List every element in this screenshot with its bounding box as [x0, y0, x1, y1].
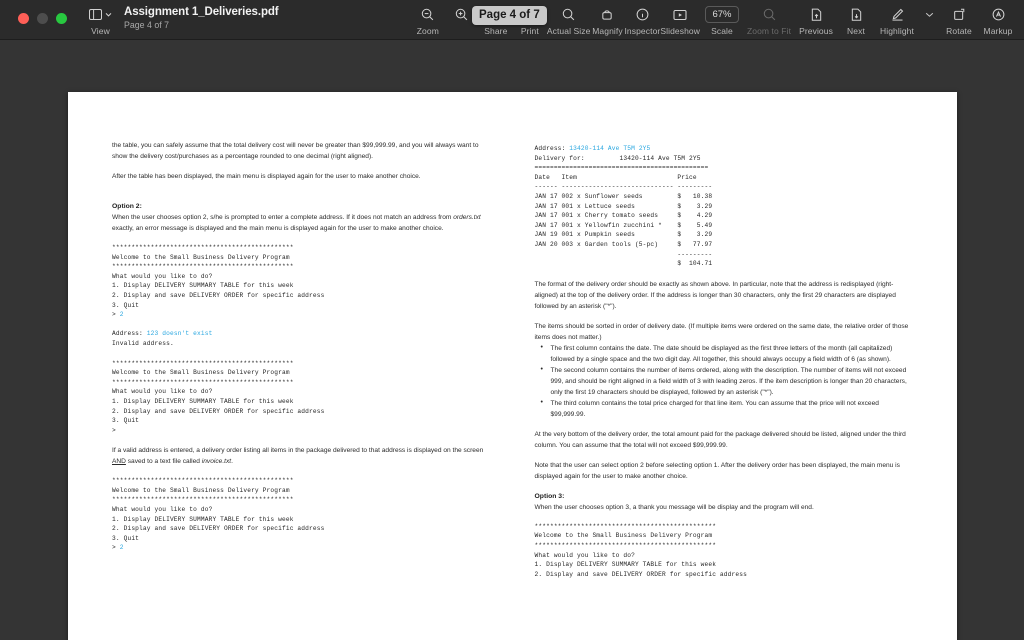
console-3-pre: ****************************************…	[112, 477, 325, 552]
window-toolbar: View Assignment 1_Deliveries.pdf Page 4 …	[0, 0, 1024, 40]
maximize-window-button[interactable]	[56, 13, 67, 24]
view-sidebar-button[interactable]: View	[67, 0, 112, 36]
rotate-button[interactable]: Rotate	[938, 0, 980, 36]
paragraph: The format of the delivery order should …	[534, 280, 896, 310]
scale-control[interactable]: 67% Scale	[700, 0, 744, 36]
format-bullet-list: The first column contains the date. The …	[535, 342, 916, 420]
console-1-post: Invalid address.	[112, 339, 174, 347]
magnify-label: Magnify	[592, 26, 623, 36]
previous-label: Previous	[799, 26, 833, 36]
invoice-addr-label: Address:	[534, 145, 570, 152]
console-1-addr-input: 123 doesn't exist	[146, 330, 213, 338]
inspector-button[interactable]: Inspector	[624, 0, 660, 36]
print-label: Print	[520, 26, 539, 36]
option3-heading: Option 3:	[534, 492, 565, 500]
para3-b: saved to a text file called	[125, 458, 202, 466]
pdf-page: the table, you can safely assume that th…	[68, 92, 957, 640]
console-1-pre: ****************************************…	[112, 244, 325, 319]
right-column: Address: 13420-114 Ave T5M 2Y5 Delivery …	[535, 140, 916, 640]
inspector-label: Inspector	[624, 26, 661, 36]
window-controls	[0, 0, 67, 24]
markup-button[interactable]: Markup	[980, 0, 1024, 36]
actual-size-button[interactable]: Actual Size	[547, 0, 591, 36]
rotate-label: Rotate	[946, 26, 972, 36]
sidebar-icon	[89, 7, 112, 22]
actual-size-label: Actual Size	[546, 26, 591, 36]
para3-and: AND	[112, 458, 126, 466]
page-tooltip: Page 4 of 7	[472, 6, 547, 25]
zoom-out-icon	[421, 7, 434, 22]
para3-c: .	[231, 458, 233, 466]
minimize-window-button[interactable]	[37, 13, 48, 24]
highlight-label: Highlight	[880, 26, 914, 36]
slideshow-button[interactable]: Slideshow	[660, 0, 700, 36]
paragraph: After the table has been displayed, the …	[112, 173, 421, 180]
paragraph: If a valid address is entered, a deliver…	[112, 445, 493, 467]
page-title: Assignment 1_Deliveries.pdf	[124, 6, 279, 18]
invoice-body: Delivery for: 13420-114 Ave T5M 2Y5 ====…	[534, 154, 713, 268]
left-column: the table, you can safely assume that th…	[112, 140, 493, 640]
list-item: The second column contains the number of…	[535, 364, 916, 398]
invoice-file-name: invoice.txt	[201, 458, 232, 466]
zoom-out-button[interactable]: Zoom	[411, 0, 445, 36]
console-1-addr-label: Address:	[112, 330, 147, 338]
inspector-icon	[636, 7, 649, 22]
actual-size-icon	[562, 7, 575, 22]
next-page-icon	[851, 7, 862, 22]
page-columns: the table, you can safely assume that th…	[68, 92, 957, 640]
markup-label: Markup	[983, 26, 1013, 36]
rotate-icon	[953, 7, 966, 22]
paragraph: Note that the user can select option 2 b…	[534, 461, 900, 480]
magnify-icon	[601, 7, 613, 22]
page-indicator: Page 4 of 7	[124, 20, 169, 30]
highlight-options-button[interactable]	[920, 0, 938, 26]
list-item: The third column contains the total pric…	[535, 397, 916, 420]
list-item: The first column contains the date. The …	[535, 342, 916, 365]
zoom-to-fit-button[interactable]: Zoom to Fit	[744, 0, 794, 36]
next-label: Next	[847, 26, 865, 36]
previous-page-button[interactable]: Previous	[794, 0, 838, 36]
chevron-down-icon	[925, 7, 934, 22]
highlight-icon	[891, 7, 904, 22]
scale-label: Scale	[711, 26, 733, 36]
zoom-in-icon	[455, 7, 468, 22]
option3-paragraph: When the user chooses option 3, a thank …	[534, 503, 814, 511]
option2-text-a: When the user chooses option 2, s/he is …	[112, 214, 454, 221]
slideshow-icon	[673, 7, 687, 22]
orders-file-name: orders.txt	[453, 214, 481, 221]
para3-a: If a valid address is entered, a deliver…	[112, 447, 484, 455]
paragraph: the table, you can safely assume that th…	[112, 142, 479, 160]
delivery-order-output: Address: 13420-114 Ave T5M 2Y5 Delivery …	[535, 144, 916, 269]
slideshow-label: Slideshow	[660, 26, 700, 36]
document-canvas[interactable]: the table, you can safely assume that th…	[0, 40, 1024, 640]
zoom-to-fit-label: Zoom to Fit	[746, 26, 792, 36]
option2-paragraph: When the user chooses option 2, s/he is …	[112, 212, 493, 234]
option2-heading: Option 2:	[112, 203, 142, 210]
magnify-button[interactable]: Magnify	[590, 0, 624, 36]
invoice-addr-input: 13420-114 Ave T5M 2Y5	[569, 145, 651, 152]
paragraph: At the very bottom of the delivery order…	[534, 430, 906, 449]
close-window-button[interactable]	[18, 13, 29, 24]
view-label: View	[91, 26, 110, 36]
scale-value: 67%	[705, 6, 739, 23]
zoom-label: Zoom	[416, 26, 439, 36]
zoom-to-fit-icon	[763, 7, 776, 22]
console-output-4: ****************************************…	[534, 522, 747, 578]
console-1-input: 2	[119, 311, 124, 319]
scale-value-pill[interactable]: 67%	[705, 6, 739, 23]
option2-text-b: exactly, an error message is displayed a…	[112, 225, 444, 232]
next-page-button[interactable]: Next	[838, 0, 874, 36]
highlight-button[interactable]: Highlight	[874, 0, 920, 36]
share-label: Share	[484, 26, 508, 36]
console-3-input: 2	[119, 544, 124, 552]
console-output-2: ****************************************…	[112, 359, 325, 434]
paragraph: The items should be sorted in order of d…	[534, 322, 909, 341]
markup-icon	[992, 7, 1005, 22]
console-output-3: ****************************************…	[112, 476, 493, 553]
document-title-block: Assignment 1_Deliveries.pdf Page 4 of 7	[112, 0, 279, 30]
previous-page-icon	[811, 7, 822, 22]
console-output-1: ****************************************…	[112, 243, 493, 349]
